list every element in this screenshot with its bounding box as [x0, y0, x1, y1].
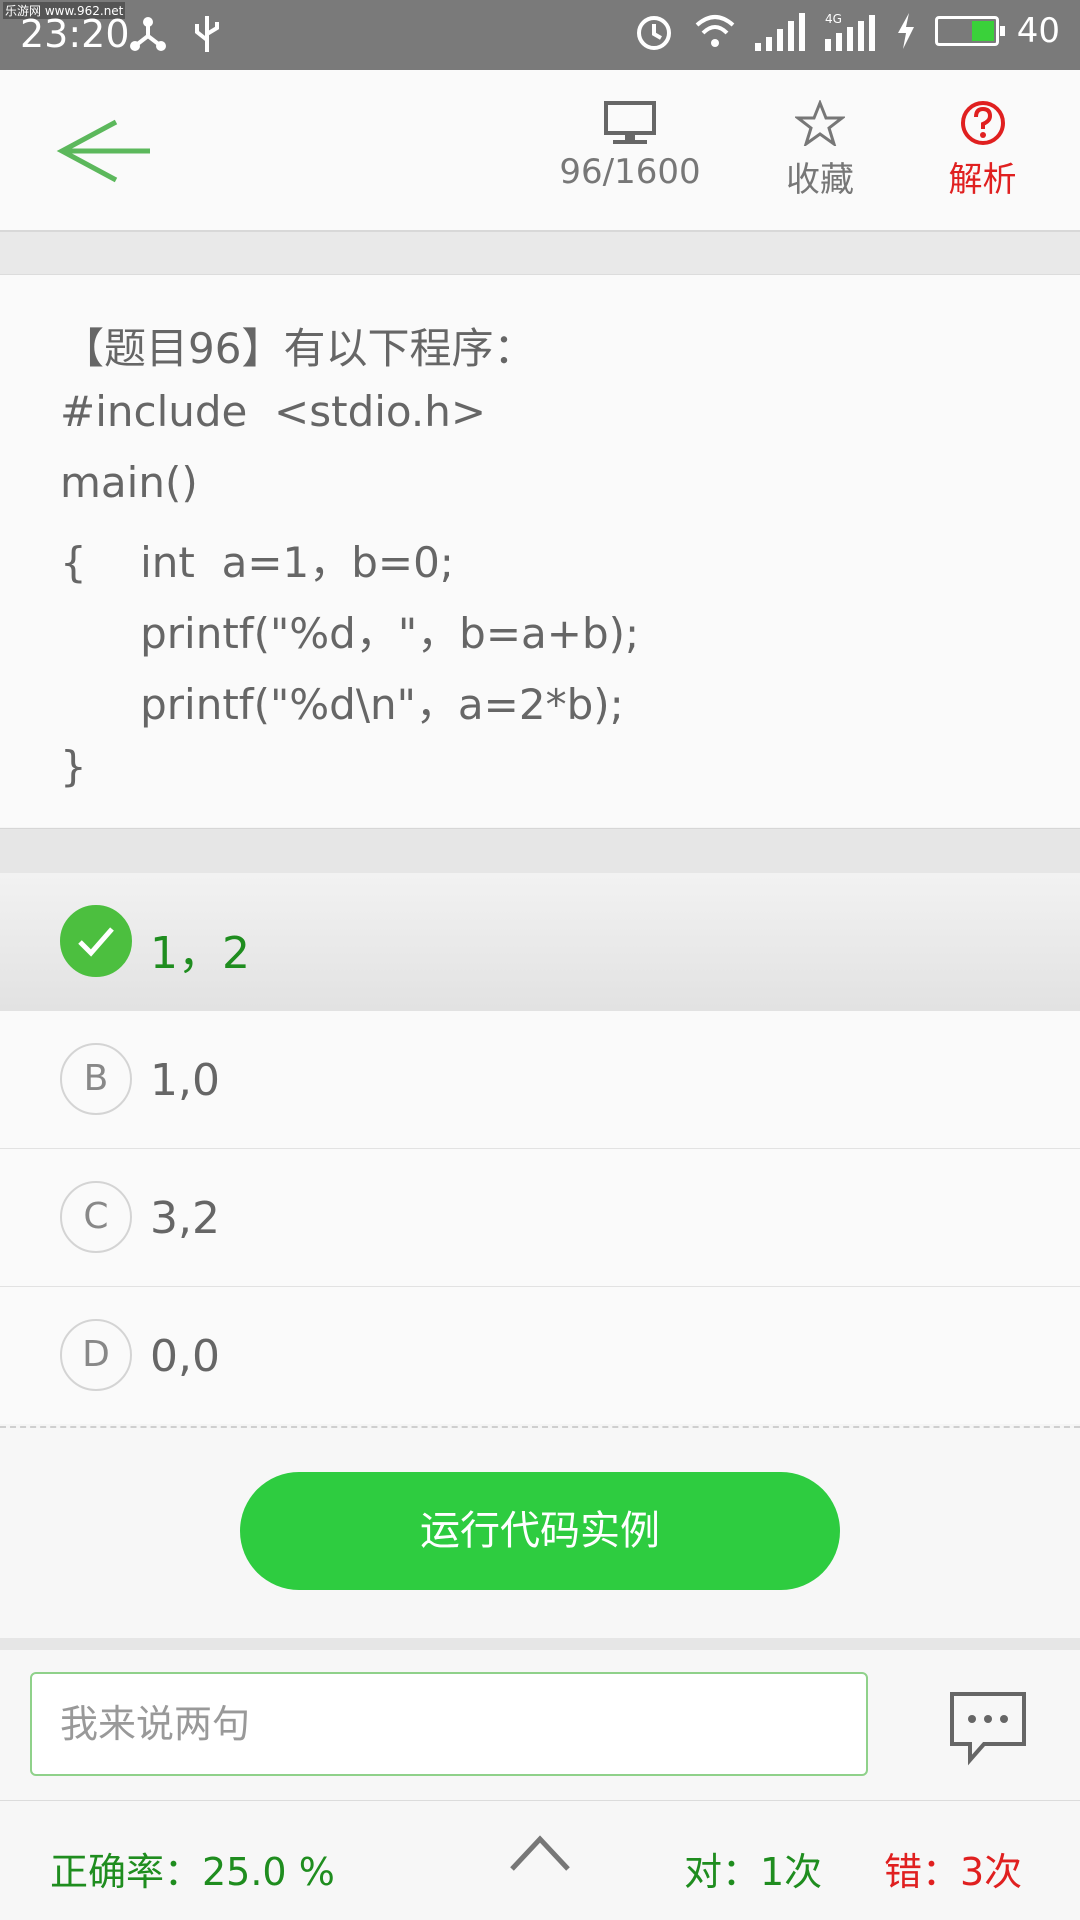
option-text: 3,2: [150, 1193, 220, 1244]
comment-bar: [0, 1650, 1080, 1801]
option-text: 0,0: [150, 1331, 220, 1382]
wrong-count: 错：3次: [884, 1850, 1023, 1894]
check-icon: [60, 905, 132, 977]
question-panel: 【题目96】有以下程序： #include <stdio.h> main() {…: [0, 275, 1080, 827]
option-d[interactable]: D 0,0: [0, 1287, 1080, 1424]
analysis-button[interactable]: 解析: [935, 100, 1030, 201]
divider: [0, 232, 1080, 275]
favorite-button[interactable]: 收藏: [775, 100, 865, 201]
share-icon: [130, 17, 166, 51]
option-text: 1，2: [150, 928, 250, 979]
charging-icon: [897, 13, 914, 49]
svg-text:4G: 4G: [825, 12, 842, 26]
accuracy-rate: 正确率：25.0 %: [50, 1850, 335, 1894]
battery-level: 40: [1016, 11, 1060, 51]
run-code-button[interactable]: 运行代码实例: [240, 1472, 840, 1590]
signal-icon: [754, 13, 805, 51]
comment-input[interactable]: [30, 1672, 868, 1776]
comment-icon[interactable]: [948, 1690, 1028, 1766]
correct-count: 对：1次: [684, 1850, 823, 1894]
question-title: 【题目96】有以下程序：: [62, 324, 536, 373]
option-letter: D: [60, 1319, 132, 1391]
code-line: }: [60, 742, 87, 791]
signal-4g-icon: 4G: [824, 12, 875, 51]
chevron-up-icon[interactable]: [508, 1833, 572, 1873]
monitor-icon: [604, 101, 656, 144]
wifi-icon: [695, 15, 735, 47]
option-text: 1,0: [150, 1055, 220, 1106]
divider: [0, 828, 1080, 874]
top-bar: 96/1600 收藏 解析: [0, 70, 1080, 232]
usb-icon: [195, 16, 219, 52]
status-time: 23:20: [20, 12, 130, 56]
option-letter: C: [60, 1181, 132, 1253]
analysis-label: 解析: [948, 160, 1017, 200]
star-icon: [795, 100, 845, 146]
battery-icon: [934, 16, 1005, 46]
code-line: #include <stdio.h>: [60, 387, 487, 436]
alarm-icon: [636, 16, 671, 50]
option-c[interactable]: C 3,2: [0, 1149, 1080, 1287]
question-circle-icon: [960, 101, 1005, 145]
status-bar: 乐游网 www.962.net 23:20 4G 40: [0, 0, 1080, 70]
option-b[interactable]: B 1,0: [0, 1011, 1080, 1149]
code-line: printf("%d，"，b=a+b);: [60, 609, 640, 658]
stats-footer: 正确率：25.0 % 对：1次 错：3次: [0, 1801, 1080, 1920]
divider: [0, 1638, 1080, 1650]
progress-button[interactable]: 96/1600: [555, 100, 705, 192]
arrow-left-icon[interactable]: [56, 116, 156, 186]
option-a[interactable]: 1，2: [0, 873, 1080, 1011]
run-area: 运行代码实例: [0, 1428, 1080, 1639]
favorite-label: 收藏: [786, 160, 854, 200]
code-line: printf("%d\n"，a=2*b);: [60, 680, 624, 729]
progress-label: 96/1600: [559, 152, 701, 192]
option-letter: B: [60, 1043, 132, 1115]
code-line: { int a=1，b=0;: [60, 538, 454, 587]
answer-options: 1，2 B 1,0 C 3,2 D 0,0: [0, 873, 1080, 1424]
code-line: main(): [60, 458, 198, 507]
